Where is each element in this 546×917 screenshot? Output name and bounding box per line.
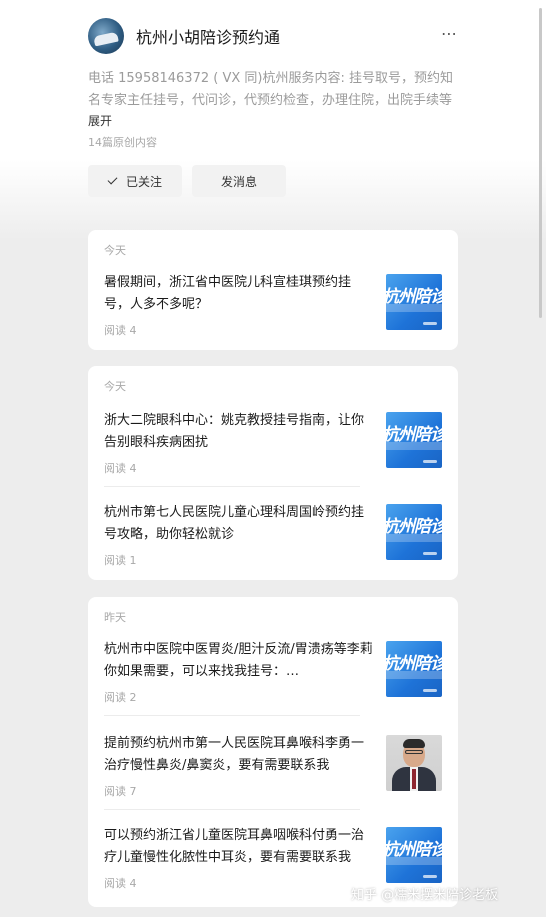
article-title: 暑假期间，浙江省中医院儿科宣桂琪预约挂号，人多不多呢？ — [104, 275, 352, 312]
check-icon — [107, 174, 118, 185]
send-message-button[interactable]: 发消息 — [192, 165, 286, 197]
article-read-count: 阅读 4 — [104, 877, 137, 890]
article-read-count: 阅读 7 — [104, 785, 137, 798]
article-item[interactable]: 浙大二院眼科中心：姚克教授挂号指南，让你告别眼科疾病困扰 阅读 4 杭州陪诊 — [104, 410, 442, 488]
article-item[interactable]: 杭州市第七人民医院儿童心理科周国岭预约挂号攻略，助你轻松就诊 阅读 1 杭州陪诊 — [104, 502, 442, 580]
more-options-icon[interactable]: ⋯ — [441, 24, 458, 43]
account-avatar[interactable] — [88, 18, 124, 54]
scrollbar[interactable] — [539, 8, 542, 318]
article-group-card: 今天 暑假期间，浙江省中医院儿科宣桂琪预约挂号，人多不多呢？ 阅读 4 杭州陪诊 — [88, 230, 458, 350]
article-title: 浙大二院眼科中心：姚克教授挂号指南，让你告别眼科疾病困扰 — [104, 413, 365, 450]
followed-label: 已关注 — [125, 174, 162, 189]
group-date: 今天 — [104, 380, 126, 393]
article-item[interactable]: 杭州市中医院中医胃炎/胆汁反流/胃溃疡等李莉你如果需要，可以来找我挂号：1595… — [104, 639, 442, 717]
divider — [104, 715, 360, 716]
send-message-label: 发消息 — [220, 174, 257, 189]
article-thumbnail: 杭州陪诊 — [386, 827, 442, 883]
article-title: 提前预约杭州市第一人民医院耳鼻喉科李勇一治疗慢性鼻炎/鼻窦炎，要有需要联系我 — [104, 736, 365, 773]
original-count: 14篇原创内容 — [88, 136, 157, 149]
article-thumbnail: 杭州陪诊 — [386, 504, 442, 560]
article-title: 可以预约浙江省儿童医院耳鼻咽喉科付勇一治疗儿童慢性化脓性中耳炎，要有需要联系我 — [104, 828, 365, 865]
divider — [104, 486, 360, 487]
article-thumbnail: 杭州陪诊 — [386, 641, 442, 697]
account-description-text: 电话 15958146372 ( VX 同)杭州服务内容: 挂号取号，预约知名专… — [88, 71, 453, 108]
article-read-count: 阅读 2 — [104, 691, 137, 704]
article-read-count: 阅读 1 — [104, 554, 137, 567]
article-title: 杭州市中医院中医胃炎/胆汁反流/胃溃疡等李莉你如果需要，可以来找我挂号：1595… — [104, 642, 373, 679]
account-description: 电话 15958146372 ( VX 同)杭州服务内容: 挂号取号，预约知名专… — [88, 68, 460, 112]
article-read-count: 阅读 4 — [104, 462, 137, 475]
zhihu-watermark: 知乎 @糯米摆米陪诊老板 — [351, 888, 499, 903]
doctor-photo-thumbnail — [386, 735, 442, 791]
followed-button[interactable]: 已关注 — [88, 165, 182, 197]
account-name: 杭州小胡陪诊预约通 — [136, 28, 281, 47]
group-date: 昨天 — [104, 611, 126, 624]
account-header: 杭州小胡陪诊预约通 ⋯ — [88, 16, 458, 56]
article-thumbnail: 杭州陪诊 — [386, 412, 442, 468]
article-group-card: 今天 浙大二院眼科中心：姚克教授挂号指南，让你告别眼科疾病困扰 阅读 4 杭州陪… — [88, 366, 458, 580]
article-item[interactable]: 暑假期间，浙江省中医院儿科宣桂琪预约挂号，人多不多呢？ 阅读 4 杭州陪诊 — [104, 272, 442, 350]
group-date: 今天 — [104, 244, 126, 257]
article-read-count: 阅读 4 — [104, 324, 137, 337]
divider — [104, 809, 360, 810]
article-title: 杭州市第七人民医院儿童心理科周国岭预约挂号攻略，助你轻松就诊 — [104, 505, 365, 542]
expand-link[interactable]: 展开 — [88, 112, 112, 129]
article-item[interactable]: 提前预约杭州市第一人民医院耳鼻喉科李勇一治疗慢性鼻炎/鼻窦炎，要有需要联系我 阅… — [104, 733, 442, 811]
article-thumbnail: 杭州陪诊 — [386, 274, 442, 330]
article-group-card: 昨天 杭州市中医院中医胃炎/胆汁反流/胃溃疡等李莉你如果需要，可以来找我挂号：1… — [88, 597, 458, 907]
